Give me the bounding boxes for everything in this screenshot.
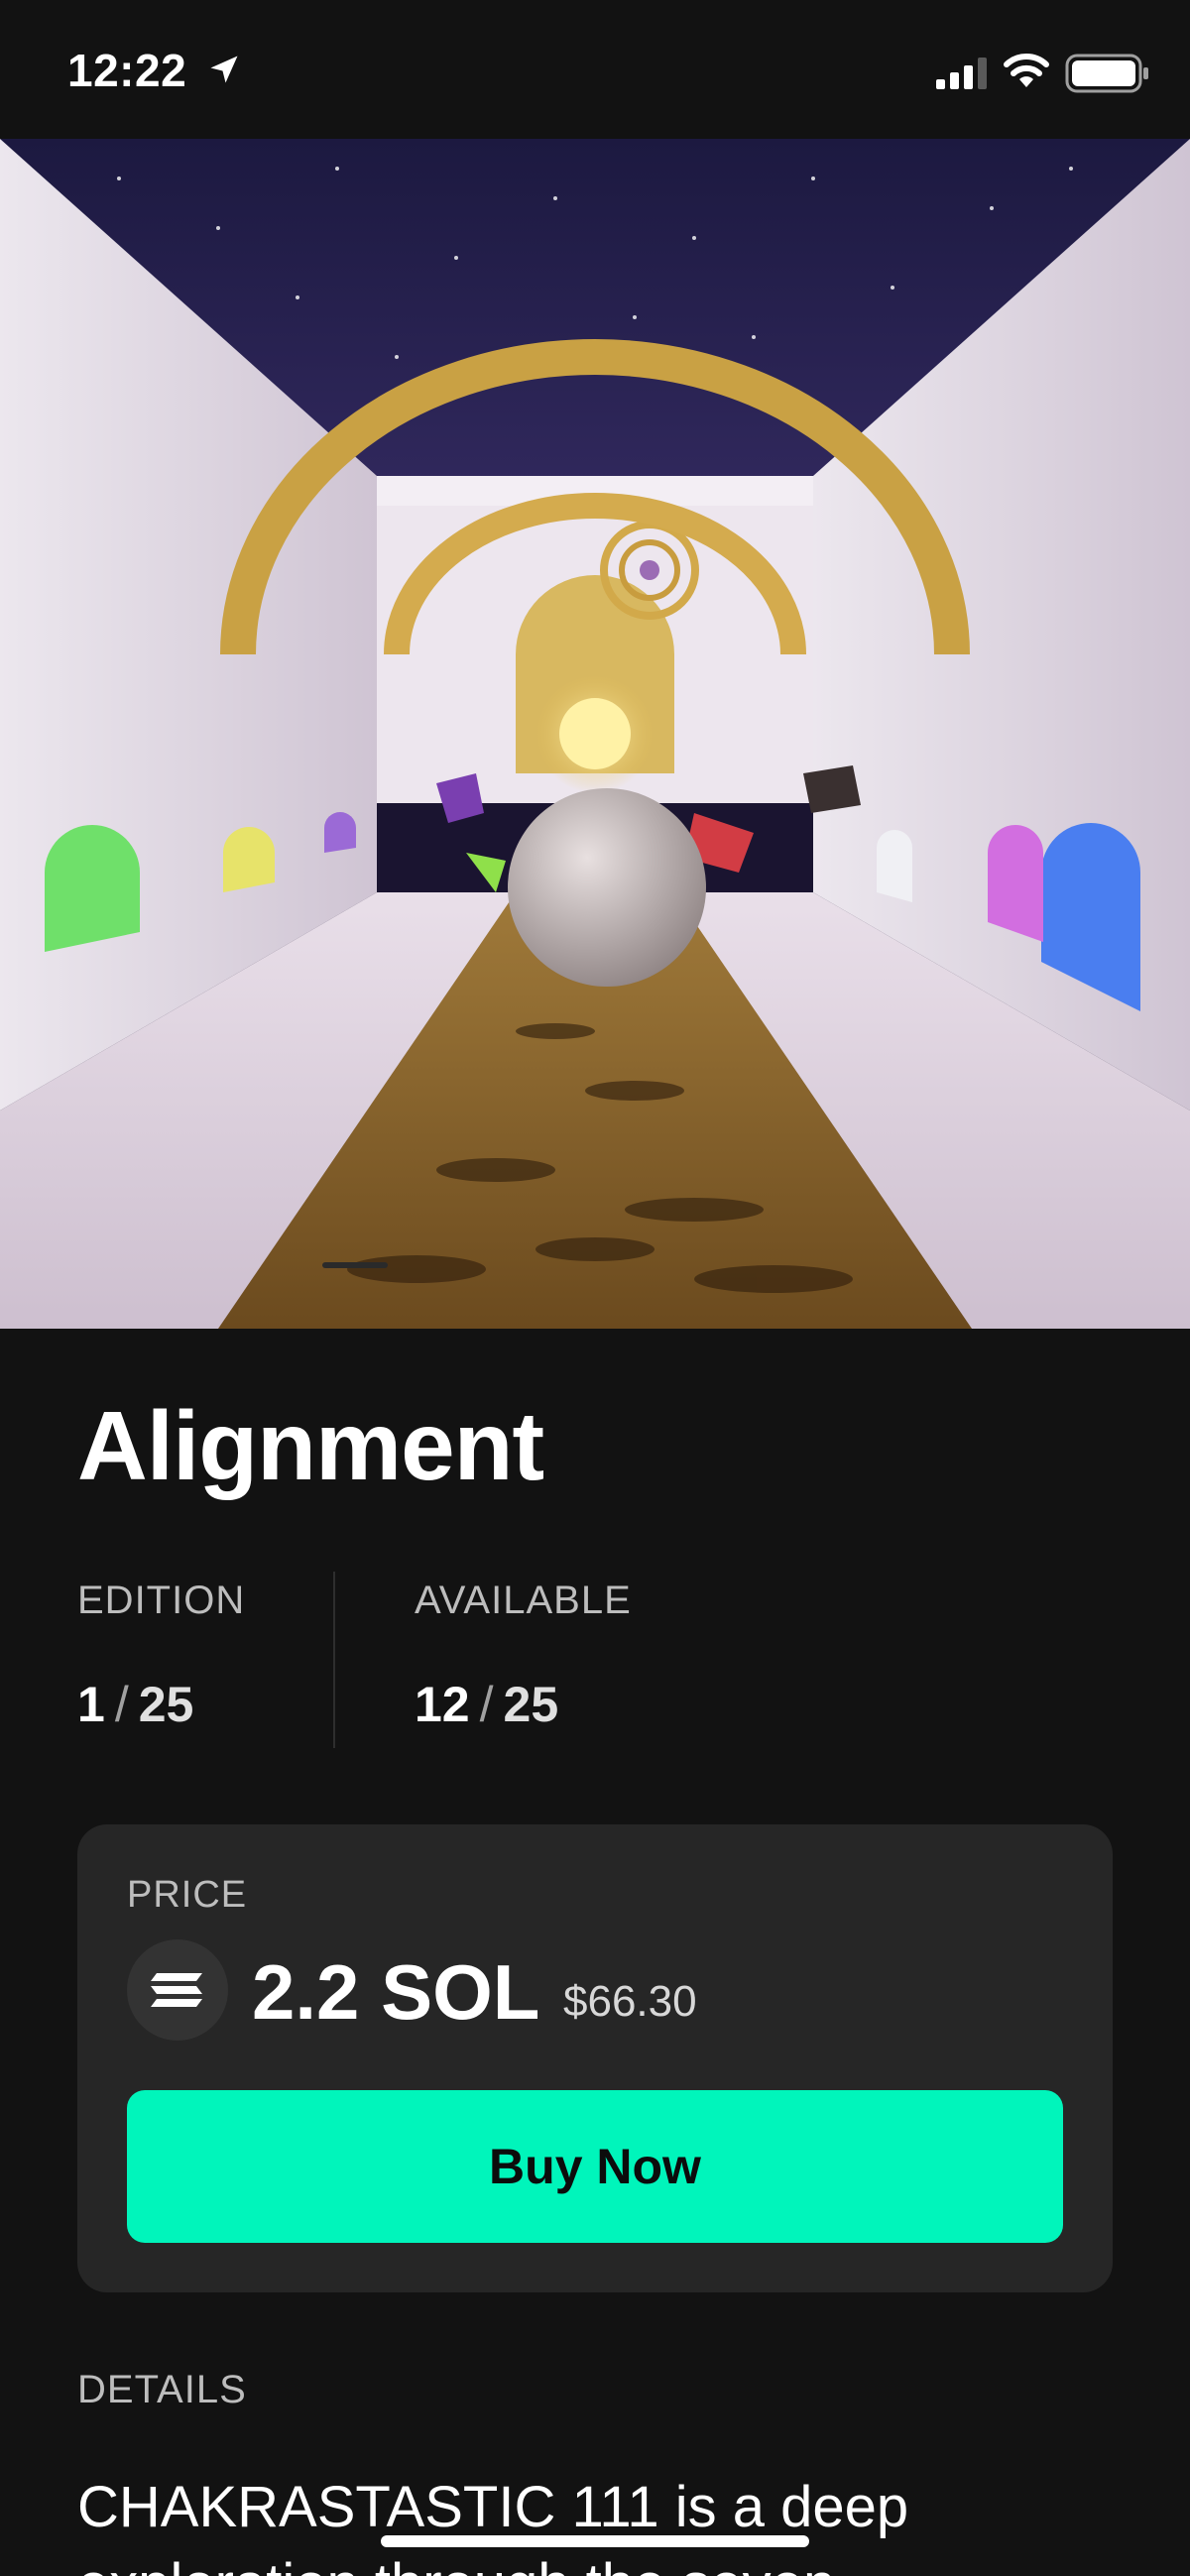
edition-value: 1/25: [77, 1676, 193, 1733]
price-label: PRICE: [127, 1874, 248, 1916]
edition-total: 25: [138, 1677, 194, 1732]
artwork-illustration: [0, 139, 1190, 1329]
price-usd: $66.30: [563, 1977, 697, 2026]
details-label: DETAILS: [77, 2368, 247, 2411]
wifi-icon: [1004, 54, 1049, 87]
price-card: PRICE 2.2 SOL $66.30 Buy Now: [77, 1824, 1113, 2292]
details-text: CHAKRASTASTIC 111 is a deep exploration …: [77, 2475, 909, 2576]
home-indicator[interactable]: [381, 2535, 809, 2547]
available-total: 25: [503, 1677, 559, 1732]
solana-icon: [127, 1939, 228, 2041]
available-label: AVAILABLE: [415, 1579, 632, 1622]
available-current: 12: [415, 1677, 470, 1732]
battery-icon: [1065, 54, 1148, 93]
nft-title: Alignment: [77, 1391, 544, 1500]
edition-current: 1: [77, 1677, 105, 1732]
screen: 12:22 Alignment EDITION 1 / 25 AVAILABLE…: [0, 0, 1190, 2576]
stat-divider: [333, 1572, 335, 1748]
edition-label: EDITION: [77, 1579, 246, 1622]
status-bar: 12:22: [0, 0, 1190, 139]
available-separator: /: [479, 1677, 494, 1732]
buy-now-button[interactable]: Buy Now: [127, 2090, 1063, 2243]
carousel-indicator: [322, 1262, 388, 1268]
hero-image[interactable]: [0, 139, 1190, 1329]
available-value: 12/25: [415, 1676, 558, 1733]
location-arrow-icon: [210, 56, 238, 83]
price-amount: 2.2 SOL: [252, 1948, 540, 2036]
status-time: 12:22: [67, 45, 187, 96]
signal-icon: [936, 58, 987, 89]
edition-separator: /: [114, 1677, 129, 1732]
